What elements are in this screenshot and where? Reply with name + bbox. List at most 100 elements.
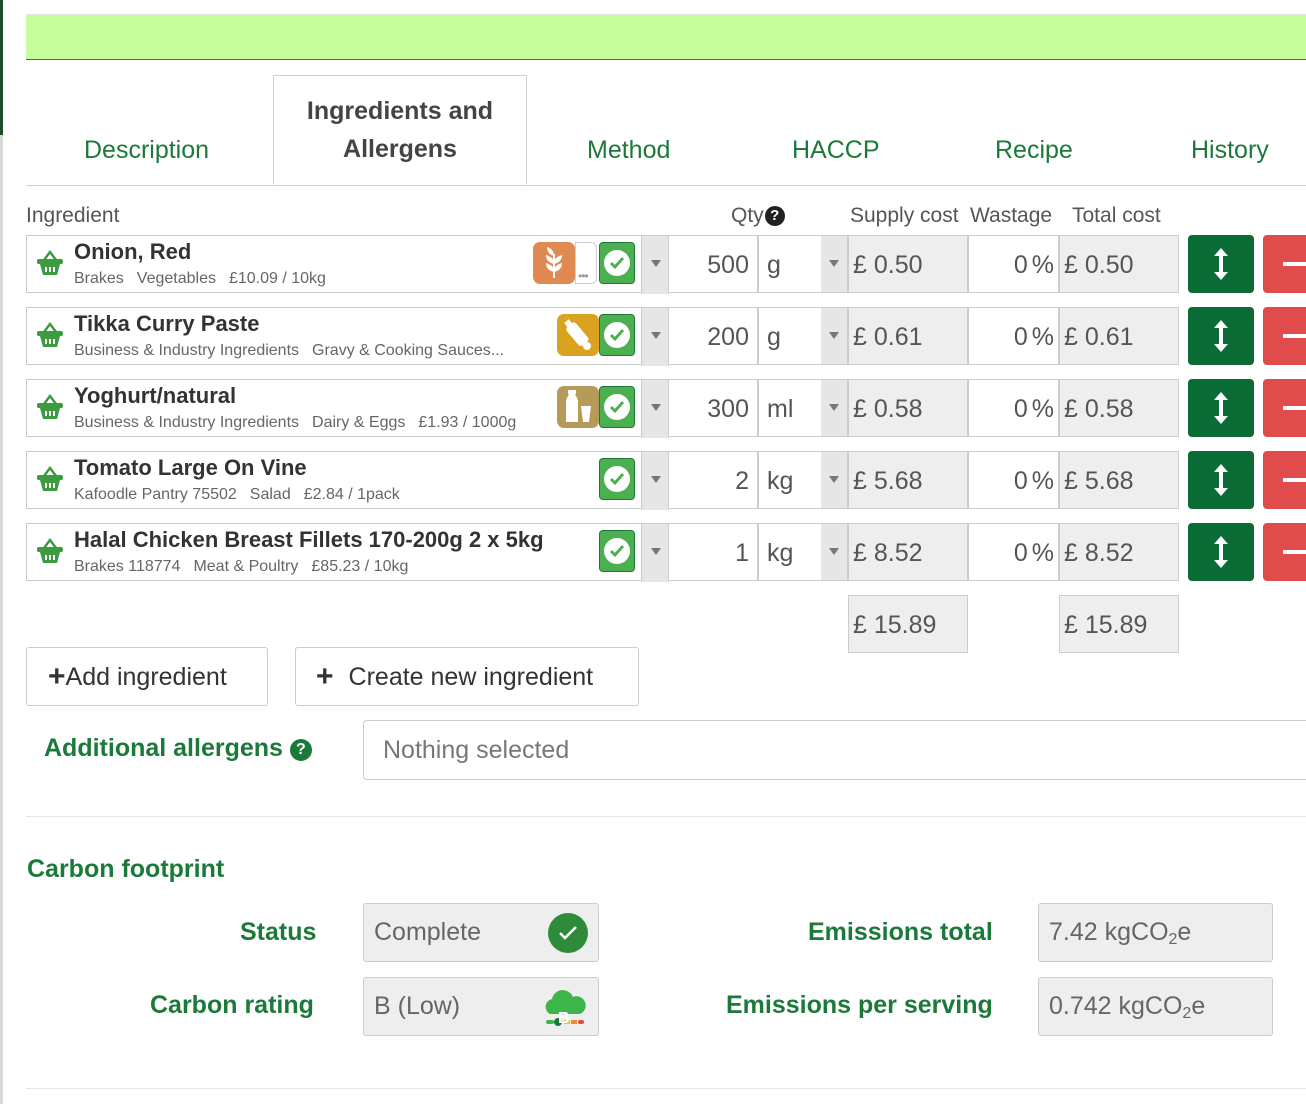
tab-history[interactable]: History xyxy=(1191,136,1269,165)
ingredient-row: Yoghurt/natural Business & Industry Ingr… xyxy=(26,379,1306,438)
ingredient-category: Salad xyxy=(249,486,291,503)
complete-check-icon xyxy=(548,913,588,953)
tab-description[interactable]: Description xyxy=(84,136,209,165)
wastage-percent: % xyxy=(1031,395,1054,423)
ingredient-price: £85.23 / 10kg xyxy=(311,558,409,575)
tab-haccp[interactable]: HACCP xyxy=(792,136,880,165)
ingredient-name: Tomato Large On Vine xyxy=(74,455,307,480)
reorder-button[interactable] xyxy=(1188,235,1254,293)
supply-cost-value: £ 0.61 xyxy=(848,307,968,365)
remove-button[interactable] xyxy=(1263,379,1306,437)
wastage-input[interactable]: 0% xyxy=(968,451,1059,509)
ingredient-meta: Business & Industry Ingredients Gravy & C… xyxy=(74,342,517,360)
remove-button[interactable] xyxy=(1263,235,1306,293)
create-ingredient-button[interactable]: + Create new ingredient xyxy=(295,647,639,706)
ingredient-category: Dairy & Eggs xyxy=(312,414,406,431)
reorder-button[interactable] xyxy=(1188,307,1254,365)
unit-select[interactable]: kg xyxy=(758,523,848,581)
unit-select[interactable]: g xyxy=(758,307,848,365)
unit-select[interactable]: ml xyxy=(758,379,848,437)
ingredient-name: Yoghurt/natural xyxy=(74,383,237,408)
carbon-cloud-icon: B xyxy=(540,986,590,1028)
more-allergens-icon[interactable]: ••• xyxy=(575,242,597,284)
ingredient-dropdown[interactable] xyxy=(641,308,669,366)
remove-button[interactable] xyxy=(1263,523,1306,581)
ingredient-category: Meat & Poultry xyxy=(193,558,299,575)
tab-ingredients-allergens[interactable]: Ingredients and Allergens xyxy=(273,75,527,185)
ingredient-meta: Brakes 118774 Meat & Poultry £85.23 / 10kg xyxy=(74,558,421,576)
window-left-edge xyxy=(0,0,3,1104)
tab-bar: Description Ingredients and Allergens Met… xyxy=(26,75,1306,186)
emissions-total-label: Emissions total xyxy=(808,918,993,946)
ingredient-supplier: Brakes 118774 xyxy=(74,558,181,575)
add-ingredient-label: Add ingredient xyxy=(65,663,227,691)
reorder-button[interactable] xyxy=(1188,523,1254,581)
wastage-value: 0 xyxy=(1013,539,1028,567)
qty-input[interactable]: 500 xyxy=(668,235,758,293)
qty-input[interactable]: 200 xyxy=(668,307,758,365)
ingredient-cell[interactable]: Yoghurt/natural Business & Industry Ingr… xyxy=(26,379,669,438)
qty-input[interactable]: 2 xyxy=(668,451,758,509)
wastage-value: 0 xyxy=(1013,323,1028,351)
arrows-vertical-icon xyxy=(1214,536,1228,568)
col-qty: Qty? xyxy=(731,204,785,228)
tab-method[interactable]: Method xyxy=(587,136,670,165)
ingredient-meta: Business & Industry Ingredients Dairy & E… xyxy=(74,414,529,432)
ingredient-dropdown[interactable] xyxy=(641,236,669,294)
remove-button[interactable] xyxy=(1263,451,1306,509)
plus-icon: + xyxy=(48,660,66,693)
reorder-button[interactable] xyxy=(1188,379,1254,437)
reorder-button[interactable] xyxy=(1188,451,1254,509)
col-ingredient: Ingredient xyxy=(26,204,120,227)
arrows-vertical-icon xyxy=(1214,248,1228,280)
wastage-input[interactable]: 0% xyxy=(968,523,1059,581)
status-banner xyxy=(26,15,1306,60)
wastage-input[interactable]: 0% xyxy=(968,235,1059,293)
ingredient-dropdown[interactable] xyxy=(641,452,669,510)
qty-input[interactable]: 1 xyxy=(668,523,758,581)
basket-icon xyxy=(37,538,63,563)
unit-select[interactable]: g xyxy=(758,235,848,293)
status-label: Status xyxy=(240,918,317,946)
ingredient-row: Tikka Curry Paste Business & Industry In… xyxy=(26,307,1306,366)
tab-recipe[interactable]: Recipe xyxy=(995,136,1073,165)
ingredient-supplier: Kafoodle Pantry 75502 xyxy=(74,486,237,503)
add-ingredient-button[interactable]: +Add ingredient xyxy=(26,647,268,706)
wastage-input[interactable]: 0% xyxy=(968,379,1059,437)
additional-allergens-select[interactable]: Nothing selected xyxy=(363,720,1306,780)
ingredient-supplier: Brakes xyxy=(74,270,124,287)
qty-help-icon[interactable]: ? xyxy=(764,206,785,226)
supply-cost-total: £ 15.89 xyxy=(848,595,968,653)
ingredient-cell[interactable]: Halal Chicken Breast Fillets 170-200g 2 … xyxy=(26,523,669,582)
ingredient-cell[interactable]: Tomato Large On Vine Kafoodle Pantry 755… xyxy=(26,451,669,510)
total-cost-value: £ 0.50 xyxy=(1059,235,1179,293)
emissions-per-serving-field: 0.742 kgCO2e xyxy=(1038,977,1273,1036)
carbon-rating-badge: B xyxy=(558,1010,570,1027)
status-value: Complete xyxy=(374,918,481,946)
ingredient-supplier: Business & Industry Ingredients xyxy=(74,342,300,359)
ingredient-cell[interactable]: Onion, Red Brakes Vegetables £10.09 / 10kg… xyxy=(26,235,669,294)
wastage-input[interactable]: 0% xyxy=(968,307,1059,365)
qty-input[interactable]: 300 xyxy=(668,379,758,437)
wastage-percent: % xyxy=(1031,539,1054,567)
total-cost-total: £ 15.89 xyxy=(1059,595,1179,653)
total-cost-value: £ 0.58 xyxy=(1059,379,1179,437)
basket-icon xyxy=(37,466,63,491)
wastage-value: 0 xyxy=(1013,467,1028,495)
emissions-unit: kgCO2e xyxy=(1118,992,1206,1022)
section-divider xyxy=(26,816,1306,817)
create-ingredient-label: Create new ingredient xyxy=(348,663,594,691)
ingredient-cell[interactable]: Tikka Curry Paste Business & Industry In… xyxy=(26,307,669,366)
total-cost-value: £ 8.52 xyxy=(1059,523,1179,581)
wastage-percent: % xyxy=(1031,251,1054,279)
ingredient-dropdown[interactable] xyxy=(641,380,669,438)
ingredient-dropdown[interactable] xyxy=(641,524,669,582)
ingredient-supplier: Business & Industry Ingredients xyxy=(74,414,300,431)
unit-select[interactable]: kg xyxy=(758,451,848,509)
ingredient-name: Halal Chicken Breast Fillets 170-200g 2 … xyxy=(74,527,544,552)
remove-button[interactable] xyxy=(1263,307,1306,365)
ingredient-row: Halal Chicken Breast Fillets 170-200g 2 … xyxy=(26,523,1306,582)
total-cost-value: £ 0.61 xyxy=(1059,307,1179,365)
ingredient-name: Tikka Curry Paste xyxy=(74,311,260,336)
allergens-help-icon[interactable]: ? xyxy=(289,739,312,761)
